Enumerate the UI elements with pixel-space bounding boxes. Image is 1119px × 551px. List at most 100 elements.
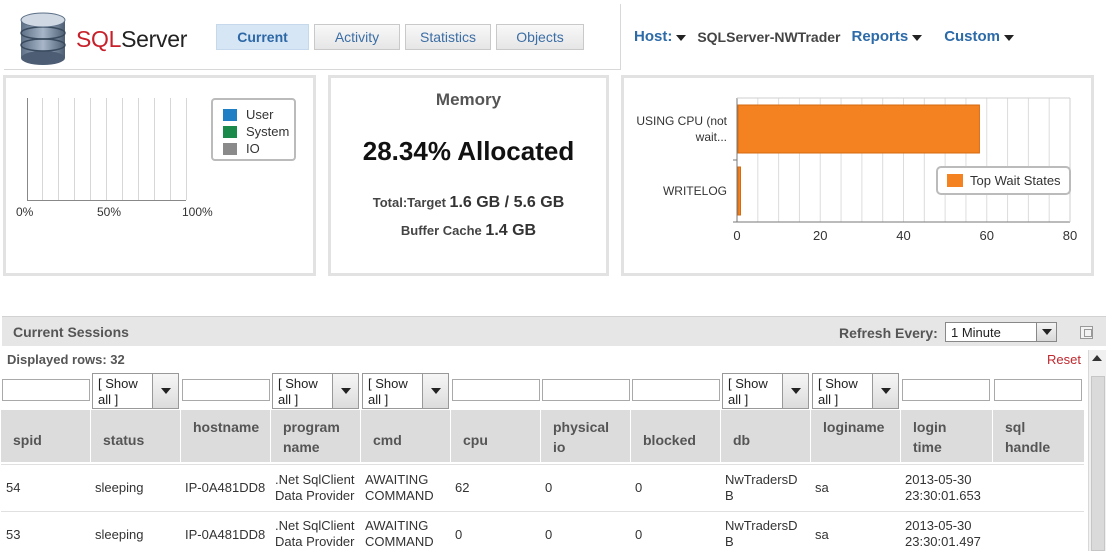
cell-spid: 54 [6, 480, 21, 495]
bar-0 [737, 104, 980, 154]
chevron-down-icon [332, 374, 358, 408]
column-header-cmd[interactable]: cmd [361, 410, 451, 462]
tab-objects[interactable]: Objects [496, 24, 584, 50]
column-header-db[interactable]: db [721, 410, 811, 462]
chevron-down-icon [1036, 323, 1056, 341]
cell-login-time: 2013-05-30 23:30:01.497 [905, 518, 981, 549]
database-icon [20, 12, 66, 65]
chevron-down-icon [1004, 35, 1015, 41]
tab-activity[interactable]: Activity [314, 24, 400, 50]
row-divider [1, 464, 1084, 465]
tab-current[interactable]: Current [216, 24, 309, 50]
column-header-sql-handle[interactable]: sql handle [993, 410, 1084, 462]
cell-loginame: sa [815, 527, 829, 542]
wait-states-panel: 0 20 40 60 80 USING CPU (not wait... WRITELOG To… [621, 75, 1094, 276]
filter-blocked-input[interactable] [632, 379, 720, 401]
x-tick-label: 60 [980, 228, 994, 243]
filter-cpu-input[interactable] [452, 379, 540, 401]
cell-physical-io: 0 [545, 480, 553, 495]
memory-title: Memory [435, 90, 502, 109]
row-divider [1, 511, 1084, 512]
chevron-down-icon [152, 374, 178, 408]
cell-db: NwTradersD B [725, 518, 798, 549]
chevron-down-icon [912, 35, 923, 41]
refresh-label: Refresh Every: [839, 325, 938, 341]
host-menu[interactable]: Host: [634, 28, 687, 45]
memory-panel: Memory 28.34% Allocated Total:Target 1.6… [328, 75, 609, 276]
reset-filters-link[interactable]: Reset [1047, 352, 1081, 367]
sessions-scrollbar[interactable] [1088, 350, 1106, 551]
cell-cpu: 62 [455, 480, 470, 495]
column-header-blocked[interactable]: blocked [631, 410, 721, 462]
column-header-login-time[interactable]: login time [901, 410, 993, 462]
cell-spid: 53 [6, 527, 21, 542]
cell-program-name: .Net SqlClient Data Provider [275, 472, 355, 503]
cpu-tick-50: 50% [97, 205, 122, 219]
chevron-down-icon [872, 374, 898, 408]
cell-cpu: 0 [455, 527, 463, 542]
column-header-status[interactable]: status [91, 410, 181, 462]
legend-item-system: System [223, 123, 294, 140]
cell-program-name: .Net SqlClient Data Provider [275, 518, 355, 549]
filter-loginame-select[interactable]: [ Show all ] [812, 373, 899, 409]
x-tick-label: 40 [896, 228, 910, 243]
cpu-panel: 0% 50% 100% User System IO [3, 75, 316, 276]
cell-hostname: IP-0A481DD8 [185, 527, 266, 542]
chevron-down-icon [676, 35, 687, 41]
tab-statistics[interactable]: Statistics [405, 24, 491, 50]
host-bar: Host: SQLServer-NWTrader Reports Custom [634, 28, 1015, 45]
memory-buffer-cache: Buffer Cache 1.4 GB [400, 222, 537, 239]
column-header-cpu[interactable]: cpu [451, 410, 541, 462]
legend-swatch [947, 174, 963, 187]
restore-window-icon[interactable] [1080, 326, 1093, 339]
category-label: wait... [695, 130, 727, 144]
column-header-physical-io[interactable]: physical io [541, 410, 631, 462]
cell-db: NwTradersD B [725, 472, 798, 503]
cell-hostname: IP-0A481DD8 [185, 480, 266, 495]
filter-login-time-input[interactable] [902, 379, 990, 401]
filter-program-select[interactable]: [ Show all ] [272, 373, 359, 409]
column-header-spid[interactable]: spid [1, 410, 91, 462]
filter-cmd-select[interactable]: [ Show all ] [362, 373, 449, 409]
cell-login-time: 2013-05-30 23:30:01.653 [905, 472, 981, 503]
filter-status-select[interactable]: [ Show all ] [92, 373, 179, 409]
cell-physical-io: 0 [545, 527, 553, 542]
memory-allocated: 28.34% Allocated [362, 136, 575, 166]
reports-menu[interactable]: Reports [852, 28, 923, 45]
filter-spid-input[interactable] [2, 379, 90, 401]
cell-status: sleeping [95, 480, 144, 495]
scrollbar-thumb[interactable] [1091, 376, 1105, 551]
custom-menu[interactable]: Custom [944, 28, 1015, 45]
cell-blocked: 0 [635, 480, 643, 495]
filter-row: [ Show all ] [ Show all ] [ Show all ] [ Sh… [0, 372, 1088, 410]
sessions-title: Current Sessions [13, 324, 129, 340]
cpu-legend: User System IO [211, 98, 296, 161]
sessions-table-header: spid status hostname program name cmd cpu… [1, 410, 1084, 462]
displayed-rows-count: Displayed rows: 32 [7, 352, 125, 367]
cpu-tick-100: 100% [182, 205, 213, 219]
bar-1 [737, 166, 741, 216]
chevron-down-icon [782, 374, 808, 408]
filter-sql-handle-input[interactable] [994, 379, 1082, 401]
category-label: USING CPU (not [636, 114, 727, 128]
x-tick-label: 0 [733, 228, 740, 243]
main-tabs: Current Activity Statistics Objects [216, 24, 589, 50]
memory-total-target: Total:Target 1.6 GB / 5.6 GB [372, 194, 565, 211]
cell-cmd: AWAITING COMMAND [365, 472, 434, 503]
cpu-usage-chart [27, 98, 187, 201]
x-tick-label: 80 [1063, 228, 1077, 243]
legend-item-io: IO [223, 140, 294, 157]
wait-states-chart: 0 20 40 60 80 USING CPU (not wait... WRITELOG To… [636, 97, 1077, 243]
legend-label: Top Wait States [970, 173, 1061, 188]
column-header-program-name[interactable]: program name [271, 410, 361, 462]
scroll-up-icon[interactable] [1092, 355, 1102, 361]
filter-physical-io-input[interactable] [542, 379, 630, 401]
sessions-header: Current Sessions Refresh Every: 1 Minute [2, 316, 1106, 346]
cell-blocked: 0 [635, 527, 643, 542]
app-logo-text: SQLServer [76, 26, 188, 52]
filter-db-select[interactable]: [ Show all ] [722, 373, 809, 409]
column-header-hostname[interactable]: hostname [181, 410, 271, 462]
column-header-loginame[interactable]: loginame [811, 410, 901, 462]
filter-hostname-input[interactable] [182, 379, 270, 401]
refresh-interval-select[interactable]: 1 Minute [945, 322, 1057, 342]
